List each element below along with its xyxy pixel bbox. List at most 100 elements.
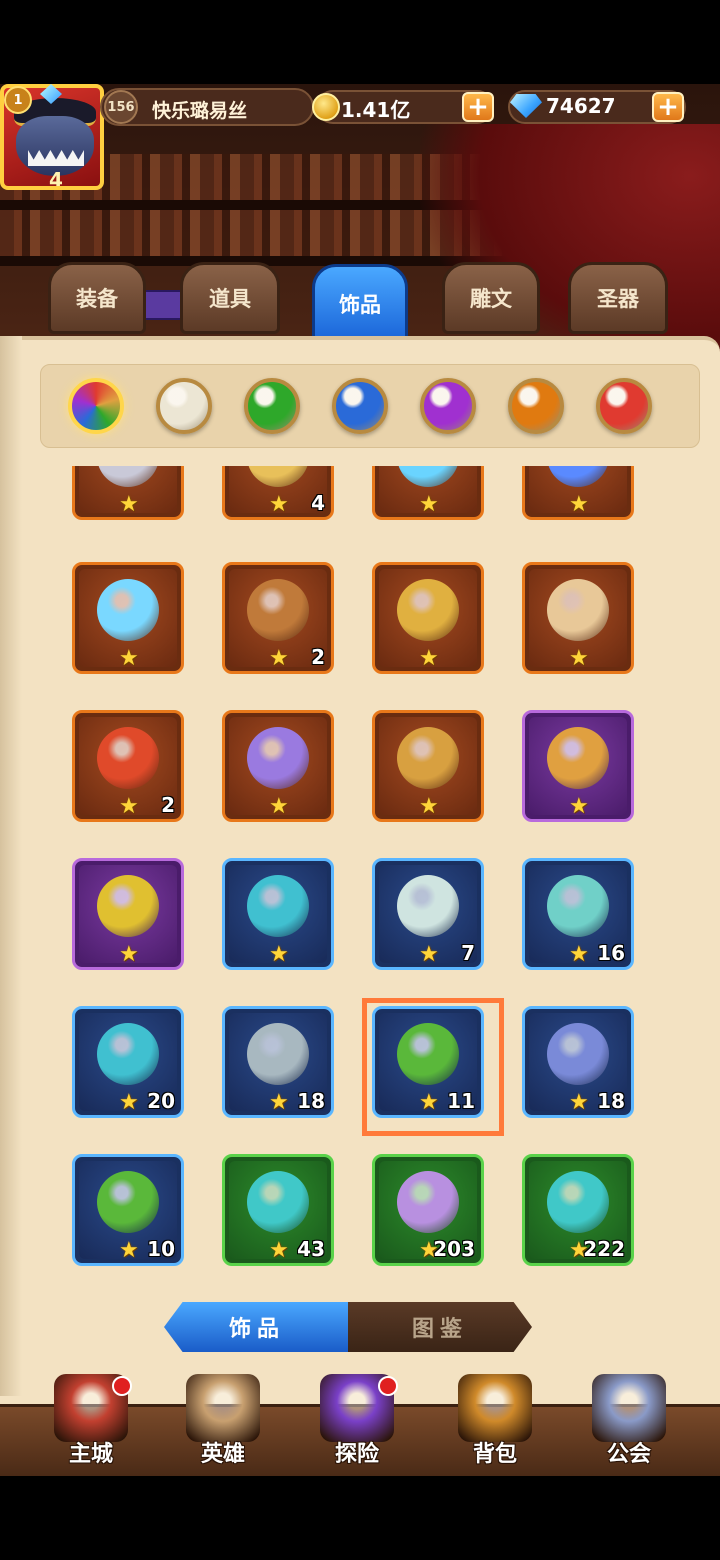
accessory-icon xyxy=(247,875,309,937)
star-icon: ★ xyxy=(569,492,589,517)
rarity-filter-all[interactable] xyxy=(68,378,124,434)
add-coins-button[interactable]: + xyxy=(462,92,494,122)
star-icon: ★ xyxy=(419,646,439,671)
add-gems-button[interactable]: + xyxy=(652,92,684,122)
accessory-item[interactable]: ★ xyxy=(222,710,334,822)
star-icon: ★ xyxy=(569,646,589,671)
star-icon: ★ xyxy=(119,942,139,967)
accessory-item[interactable]: ★ xyxy=(72,562,184,674)
star-icon: ★ xyxy=(419,492,439,517)
star-icon: ★ xyxy=(119,1238,139,1263)
star-icon: ★ xyxy=(119,646,139,671)
accessory-item[interactable]: ★ 7 xyxy=(372,858,484,970)
accessory-icon xyxy=(247,727,309,789)
accessory-item[interactable]: ★ xyxy=(522,562,634,674)
star-icon: ★ xyxy=(419,942,439,967)
item-count: 4 xyxy=(311,491,325,515)
accessory-icon xyxy=(97,1023,159,1085)
tab-equipment[interactable]: 装备 xyxy=(48,262,146,334)
accessory-item[interactable]: ★ 20 xyxy=(72,1006,184,1118)
accessory-item[interactable]: ★ xyxy=(372,466,484,520)
accessory-icon xyxy=(547,875,609,937)
guild-icon xyxy=(592,1374,666,1442)
accessory-item[interactable]: ★ 18 xyxy=(522,1006,634,1118)
accessory-icon xyxy=(247,1023,309,1085)
toggle-accessories[interactable]: 饰品 xyxy=(164,1302,350,1352)
nav-label: 探险 xyxy=(334,1442,379,1467)
nav-label: 背包 xyxy=(472,1442,517,1467)
star-icon: ★ xyxy=(569,1090,589,1115)
item-count: 7 xyxy=(461,941,475,965)
accessory-item[interactable]: ★ xyxy=(72,858,184,970)
accessory-item[interactable]: ★ 43 xyxy=(222,1154,334,1266)
accessory-icon xyxy=(547,1023,609,1085)
notification-dot xyxy=(112,1376,132,1396)
accessory-icon xyxy=(547,579,609,641)
rarity-filter-blue[interactable] xyxy=(332,378,388,434)
player-level: 156 xyxy=(104,90,138,124)
accessory-grid[interactable]: ★ ★ 4 ★ ★ ★ ★ 2 ★ ★ ★ 2 ★ ★ ★ ★ ★ ★ 7 ★ 16 ★ 20 ★ 18 ★ 11 ★ 18 ★ 10 ★ 43… xyxy=(60,466,660,1266)
accessory-icon xyxy=(397,727,459,789)
tab-glyphs[interactable]: 雕文 xyxy=(442,262,540,334)
accessory-icon xyxy=(97,1171,159,1233)
nav-guild[interactable]: 公会 xyxy=(574,1368,684,1476)
toggle-collection[interactable]: 图鉴 xyxy=(348,1302,532,1352)
star-icon: ★ xyxy=(269,646,289,671)
item-count: 43 xyxy=(297,1237,325,1261)
accessory-icon xyxy=(547,727,609,789)
nav-heroes[interactable]: 英雄 xyxy=(168,1368,278,1476)
item-count: 18 xyxy=(597,1089,625,1113)
accessory-item[interactable]: ★ xyxy=(222,858,334,970)
rarity-filter-orange[interactable] xyxy=(508,378,564,434)
accessory-icon xyxy=(97,579,159,641)
star-icon: ★ xyxy=(569,942,589,967)
accessory-icon xyxy=(397,875,459,937)
nav-adventure[interactable]: 探险 xyxy=(302,1368,412,1476)
accessory-item[interactable]: ★ 18 xyxy=(222,1006,334,1118)
accessory-item[interactable]: ★ 222 xyxy=(522,1154,634,1266)
accessory-item[interactable]: ★ xyxy=(522,466,634,520)
accessory-item[interactable]: ★ xyxy=(72,466,184,520)
star-icon: ★ xyxy=(269,1238,289,1263)
accessory-item[interactable]: ★ 10 xyxy=(72,1154,184,1266)
star-icon: ★ xyxy=(419,794,439,819)
rarity-filter-purple[interactable] xyxy=(420,378,476,434)
star-icon: ★ xyxy=(269,942,289,967)
accessory-item[interactable]: ★ 203 xyxy=(372,1154,484,1266)
accessory-item[interactable]: ★ 16 xyxy=(522,858,634,970)
nav-label: 公会 xyxy=(606,1442,651,1467)
rarity-filter-white[interactable] xyxy=(156,378,212,434)
backpack-icon xyxy=(458,1374,532,1442)
gem-amount: 74627 xyxy=(546,94,616,118)
coin-icon xyxy=(312,93,340,121)
nav-main-city[interactable]: 主城 xyxy=(36,1368,146,1476)
coin-amount: 1.41亿 xyxy=(341,98,411,122)
tab-artifacts[interactable]: 圣器 xyxy=(568,262,668,334)
accessory-item[interactable]: ★ 4 xyxy=(222,466,334,520)
book-spine xyxy=(0,336,22,1396)
accessory-item[interactable]: ★ 2 xyxy=(72,710,184,822)
bottom-navigation: 主城 英雄 探险 背包 公会 xyxy=(0,1368,720,1476)
tab-accessories[interactable]: 饰品 xyxy=(312,264,408,344)
nav-backpack[interactable]: 背包 xyxy=(440,1368,550,1476)
accessory-item[interactable]: ★ xyxy=(372,710,484,822)
accessory-item[interactable]: ★ 2 xyxy=(222,562,334,674)
accessory-item[interactable]: ★ xyxy=(522,710,634,822)
nav-label: 主城 xyxy=(68,1442,113,1467)
star-icon: ★ xyxy=(119,794,139,819)
item-count: 203 xyxy=(433,1237,475,1261)
accessory-icon xyxy=(97,875,159,937)
accessory-item[interactable]: ★ xyxy=(372,562,484,674)
top-resource-bar: 156 快乐璐易丝 1.41亿 + 74627 + xyxy=(0,84,720,130)
star-icon: ★ xyxy=(569,794,589,819)
star-icon: ★ xyxy=(119,1090,139,1115)
rarity-filter-green[interactable] xyxy=(244,378,300,434)
accessory-icon xyxy=(247,1171,309,1233)
accessory-icon xyxy=(547,1171,609,1233)
rarity-filter-red[interactable] xyxy=(596,378,652,434)
tab-items[interactable]: 道具 xyxy=(180,262,280,334)
heroes-icon xyxy=(186,1374,260,1442)
star-icon: ★ xyxy=(119,492,139,517)
accessory-icon xyxy=(97,727,159,789)
accessory-icon xyxy=(247,579,309,641)
